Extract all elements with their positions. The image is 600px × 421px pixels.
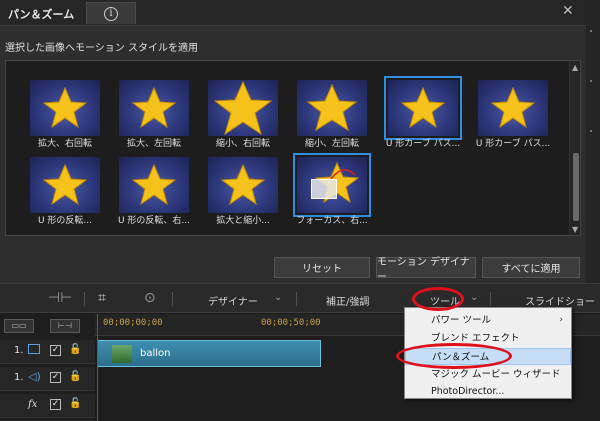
divider bbox=[84, 292, 85, 306]
lock-icon[interactable]: 🔓 bbox=[69, 344, 81, 355]
style-thumbnail[interactable] bbox=[208, 157, 278, 213]
grip-dot bbox=[590, 80, 592, 82]
tools-dropdown-menu: パワー ツール › ブレンド エフェクト パン＆ズーム マジック ムービー ウィ… bbox=[404, 307, 572, 399]
style-thumbnail-selected[interactable] bbox=[293, 153, 371, 217]
slideshow-menu[interactable]: スライドショー bbox=[525, 293, 595, 308]
menu-item-blend-effect[interactable]: ブレンド エフェクト bbox=[405, 330, 571, 347]
motion-style-grid: 拡大、右回転 拡大、左回転 縮小、右回転 縮小、左回転 U 形カーブ パス...… bbox=[5, 60, 581, 236]
focus-frame bbox=[311, 179, 337, 199]
tools-menu[interactable]: ツール bbox=[430, 293, 460, 308]
fit-timeline-button[interactable]: ⊢⊣ bbox=[50, 319, 80, 333]
lock-icon[interactable]: 🔓 bbox=[69, 398, 81, 409]
timecode-start: 00;00;00;00 bbox=[103, 318, 163, 328]
correction-menu[interactable]: 補正/強調 bbox=[326, 293, 369, 308]
style-label: U 形の反転、右... bbox=[117, 216, 191, 226]
effects-circle-icon[interactable]: ⊙ bbox=[144, 290, 156, 306]
clip-thumbnail bbox=[112, 345, 132, 363]
style-thumbnail[interactable] bbox=[30, 80, 100, 136]
chevron-down-icon[interactable]: ⌄ bbox=[470, 292, 478, 303]
fx-track-icon: fx bbox=[28, 399, 38, 410]
menu-item-label: パン＆ズーム bbox=[432, 352, 490, 363]
timeline-clip[interactable]: ballon bbox=[97, 340, 321, 367]
track-enable-checkbox[interactable]: ✓ bbox=[50, 399, 61, 410]
menu-item-power-tools[interactable]: パワー ツール › bbox=[405, 312, 571, 329]
style-label: 縮小、左回転 bbox=[304, 139, 359, 149]
menu-item-photodirector[interactable]: PhotoDirector... bbox=[405, 383, 571, 400]
chevron-down-icon[interactable]: ⌄ bbox=[274, 292, 282, 303]
style-thumbnail[interactable] bbox=[119, 80, 189, 136]
style-label: U 形の反転... bbox=[37, 216, 93, 226]
crop-icon[interactable]: ⌗ bbox=[98, 290, 106, 306]
track-number: 1. bbox=[14, 345, 24, 356]
designer-menu[interactable]: デザイナー bbox=[208, 293, 258, 308]
scroll-up-icon[interactable]: ▲ bbox=[572, 63, 578, 72]
grip-dot bbox=[590, 130, 592, 132]
fx-track-header: fx ✓ 🔓 bbox=[0, 394, 95, 418]
chevron-right-icon: › bbox=[559, 315, 563, 325]
divider bbox=[172, 292, 173, 306]
menu-item-pan-zoom[interactable]: パン＆ズーム bbox=[405, 348, 571, 365]
style-label: 拡大と縮小... bbox=[216, 216, 270, 226]
style-label: 拡大、左回転 bbox=[126, 139, 181, 149]
track-view-button[interactable]: ▭▭ bbox=[4, 319, 34, 333]
apply-all-button[interactable]: すべてに適用 bbox=[482, 257, 580, 278]
timecode-mid: 00;00;50;00 bbox=[261, 318, 321, 328]
motion-designer-button[interactable]: モーション デザイナー bbox=[376, 257, 476, 283]
track-enable-checkbox[interactable]: ✓ bbox=[50, 372, 61, 383]
menu-item-label: ブレンド エフェクト bbox=[431, 333, 520, 344]
menu-item-label: PhotoDirector... bbox=[431, 386, 505, 397]
style-thumbnail[interactable] bbox=[208, 80, 278, 136]
track-enable-checkbox[interactable]: ✓ bbox=[50, 345, 61, 356]
style-label: フォーカス、右... bbox=[296, 216, 368, 226]
menu-item-label: パワー ツール bbox=[431, 315, 492, 326]
audio-track-header: 1. ◁) ✓ 🔓 bbox=[0, 367, 95, 391]
scrollbar-thumb[interactable] bbox=[573, 153, 579, 221]
playhead[interactable] bbox=[97, 314, 98, 421]
grip-dot bbox=[590, 30, 592, 32]
style-label: 縮小、右回転 bbox=[215, 139, 270, 149]
style-label: 拡大、右回転 bbox=[37, 139, 92, 149]
menu-item-magic-movie-wizard[interactable]: マジック ムービー ウィザード bbox=[405, 366, 571, 383]
video-track-icon bbox=[28, 344, 40, 354]
style-thumbnail[interactable] bbox=[297, 80, 367, 136]
panel-subtitle: 選択した画像へモーション スタイルを適用 bbox=[5, 43, 198, 54]
style-thumbnail[interactable] bbox=[119, 157, 189, 213]
audio-track-icon: ◁) bbox=[28, 370, 41, 383]
style-label: U 形カーブ パス... bbox=[475, 139, 551, 149]
style-thumbnail-selected[interactable] bbox=[384, 76, 462, 140]
panel-title-bar: パン＆ズーム i ✕ bbox=[0, 0, 586, 26]
divider bbox=[490, 292, 491, 306]
divider bbox=[296, 292, 297, 306]
info-tab[interactable]: i bbox=[86, 2, 136, 24]
video-track-header: 1. ✓ 🔓 bbox=[0, 340, 95, 364]
grid-scrollbar[interactable]: ▲ ▼ bbox=[569, 61, 580, 235]
right-edge-scrollbar[interactable] bbox=[586, 0, 600, 283]
track-number: 1. bbox=[14, 372, 24, 383]
split-icon[interactable]: ⊣⊢ bbox=[48, 290, 72, 306]
reset-button[interactable]: リセット bbox=[274, 257, 370, 278]
close-icon[interactable]: ✕ bbox=[562, 3, 574, 19]
style-label: U 形カーブ パス... bbox=[385, 139, 461, 149]
menu-item-label: マジック ムービー ウィザード bbox=[431, 369, 561, 380]
pan-zoom-panel: パン＆ズーム i ✕ 選択した画像へモーション スタイルを適用 拡大、右回転 拡… bbox=[0, 0, 586, 283]
scroll-down-icon[interactable]: ▼ bbox=[572, 225, 578, 234]
lock-icon[interactable]: 🔓 bbox=[69, 371, 81, 382]
style-thumbnail[interactable] bbox=[30, 157, 100, 213]
info-icon: i bbox=[104, 6, 118, 21]
clip-label: ballon bbox=[140, 348, 171, 359]
style-thumbnail[interactable] bbox=[478, 80, 548, 136]
panel-title: パン＆ズーム bbox=[8, 8, 75, 21]
